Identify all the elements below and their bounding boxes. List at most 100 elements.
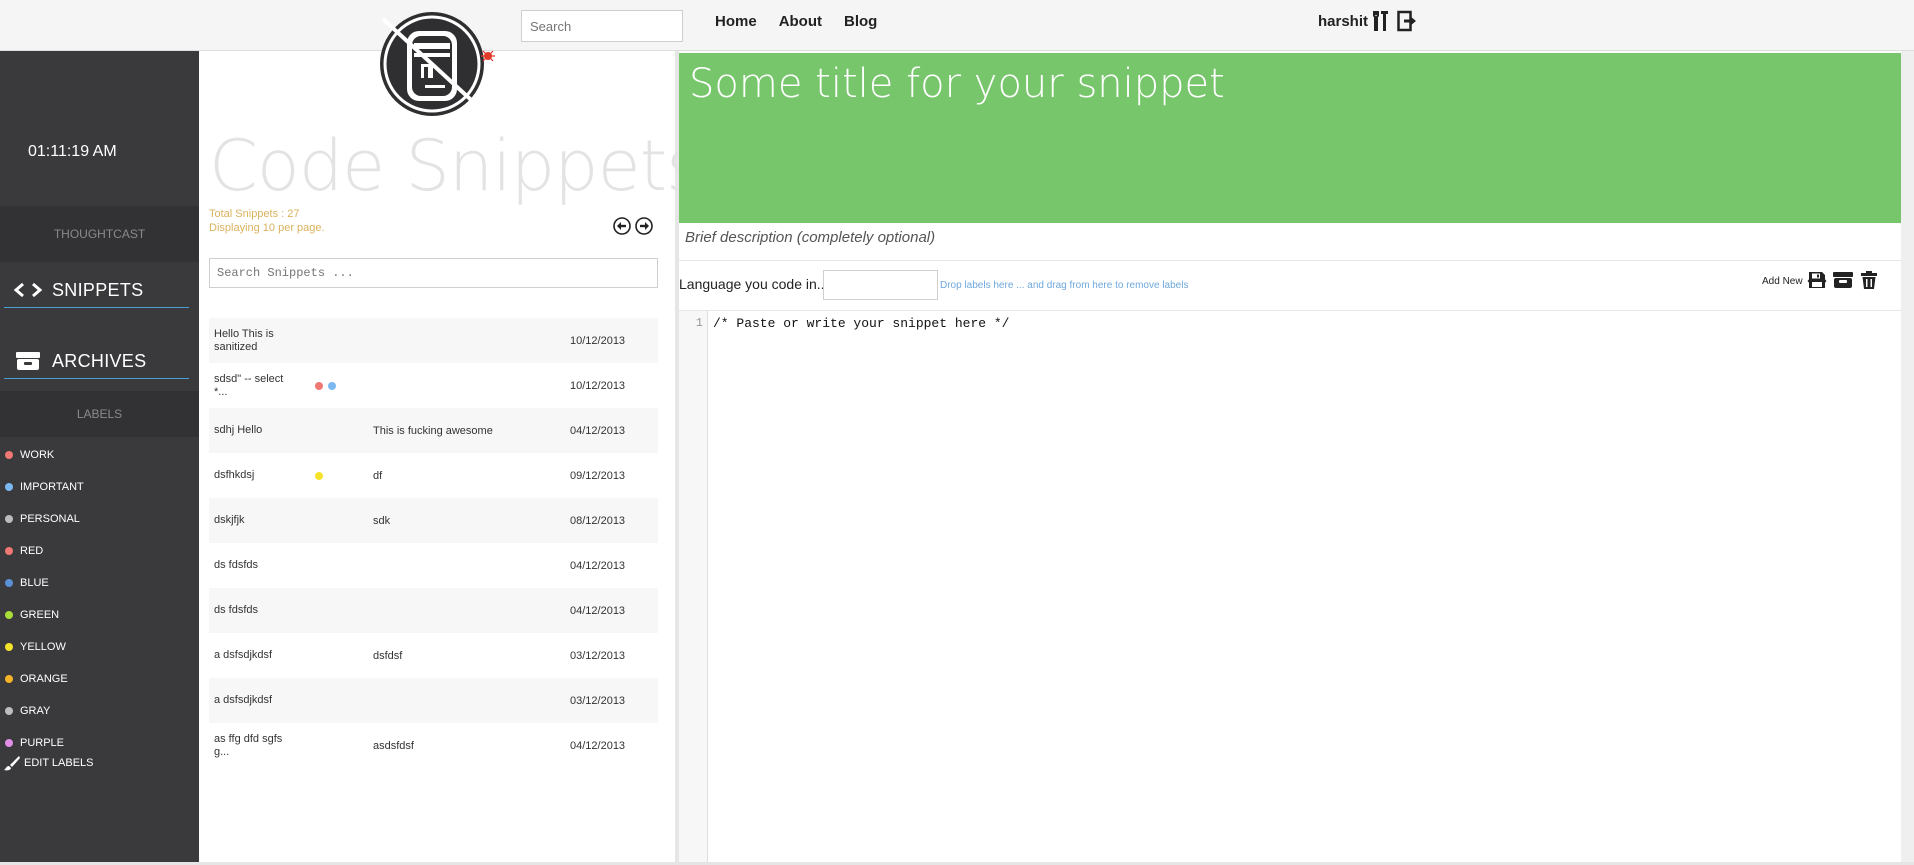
table-row[interactable]: sdhj Hello This is fucking awesome 04/12/2… — [209, 408, 658, 453]
label-color-dot — [5, 707, 13, 715]
sidebar-label-blue[interactable]: BLUE — [0, 567, 199, 599]
snippet-title[interactable]: Some title for your snippet — [689, 61, 1225, 107]
table-row[interactable]: a dsfsdjkdsf 03/12/2013 — [209, 678, 658, 723]
snippet-title-banner[interactable]: Some title for your snippet — [679, 53, 1901, 223]
snippet-date-cell: 10/12/2013 — [570, 334, 626, 347]
table-row[interactable]: dskjfjk sdk 08/12/2013 — [209, 498, 658, 543]
sidebar-label-personal[interactable]: PERSONAL — [0, 503, 199, 535]
table-row[interactable]: ds fdsfds 04/12/2013 — [209, 588, 658, 633]
label-color-dot — [315, 471, 323, 480]
label-color-dot — [5, 643, 13, 651]
sidebar-item-snippets[interactable]: SNIPPETS — [4, 273, 189, 308]
username[interactable]: harshit — [1318, 12, 1368, 32]
label-name: BLUE — [20, 577, 49, 589]
nav-about-link[interactable]: About — [779, 12, 822, 32]
snippet-title-cell: sdhj Hello — [214, 424, 263, 436]
table-row[interactable]: a dsfsdjkdsf dsfdsf 03/12/2013 — [209, 633, 658, 678]
label-name: WORK — [20, 449, 55, 461]
sidebar-label-important[interactable]: IMPORTANT — [0, 471, 199, 503]
label-name: GREEN — [20, 609, 60, 621]
archive-icon — [4, 351, 52, 371]
next-page-icon[interactable] — [635, 217, 653, 235]
label-name: RED — [20, 545, 44, 557]
prev-page-icon[interactable] — [613, 217, 631, 235]
sidebar-item-label: SNIPPETS — [52, 279, 144, 300]
snippet-date-cell: 04/12/2013 — [570, 424, 626, 437]
trash-icon[interactable] — [1860, 270, 1878, 290]
top-bar: Home About Blog harshit — [0, 0, 1914, 51]
label-name: YELLOW — [20, 641, 66, 653]
snippet-title-cell: Hello This is sanitized — [214, 327, 274, 353]
label-name: ORANGE — [20, 673, 68, 685]
sidebar: 01:11:19 AM THOUGHTCAST SNIPPETS ARCHIVE… — [0, 51, 199, 865]
per-page-info: Displaying 10 per page. — [209, 222, 325, 234]
snippet-title-cell: dskjfjk — [214, 514, 245, 526]
label-color-dot — [5, 739, 13, 747]
label-name: PURPLE — [20, 737, 65, 749]
editor-toolbar — [1808, 270, 1878, 290]
edit-labels-button[interactable]: EDIT LABELS — [4, 755, 94, 771]
snippet-title-cell: sdsd" -- select *... — [214, 372, 284, 398]
table-row[interactable]: Hello This is sanitized 10/12/2013 — [209, 318, 658, 363]
sidebar-label-red[interactable]: RED — [0, 535, 199, 567]
snippet-title-cell: ds fdsfds — [214, 559, 259, 571]
snippet-date-cell: 03/12/2013 — [570, 694, 626, 707]
scrollbar-track[interactable] — [1901, 51, 1914, 865]
snippet-date-cell: 04/12/2013 — [570, 604, 626, 617]
snippet-stats: Total Snippets : 27 Displaying 10 per pa… — [209, 207, 325, 235]
snippet-description[interactable]: Brief description (completely optional) — [685, 229, 935, 246]
label-drop-zone[interactable]: Drop labels here ... and drag from here … — [940, 280, 1188, 291]
labels-heading: LABELS — [0, 391, 199, 437]
sidebar-label-green[interactable]: GREEN — [0, 599, 199, 631]
total-snippets: Total Snippets : 27 — [209, 208, 300, 220]
archive-icon[interactable] — [1832, 271, 1854, 289]
label-color-dot — [328, 381, 336, 390]
label-color-dot — [5, 579, 13, 587]
table-row[interactable]: as ffg dfd sgfs g... asdsfdsf 04/12/2013 — [209, 723, 658, 768]
nav-blog-link[interactable]: Blog — [844, 12, 877, 32]
tools-icon[interactable] — [1372, 10, 1390, 32]
sidebar-item-label: ARCHIVES — [52, 350, 147, 371]
code-icon — [4, 282, 52, 298]
snippet-desc-cell: asdsfdsf — [373, 739, 414, 752]
code-editor[interactable]: /* Paste or write your snippet here */ — [713, 316, 1009, 331]
app-logo — [380, 12, 495, 116]
snippet-title-cell: a dsfsdjkdsf — [214, 649, 273, 661]
save-icon[interactable] — [1808, 271, 1826, 289]
snippet-desc-cell: df — [373, 469, 383, 482]
label-color-dot — [5, 611, 13, 619]
label-list: WORK IMPORTANT PERSONAL RED BLUE GREEN YELLOW O… — [0, 439, 199, 759]
divider-line — [679, 260, 1901, 261]
nav-home-link[interactable]: Home — [715, 12, 757, 32]
global-search-input[interactable] — [521, 10, 683, 42]
label-color-dot — [315, 381, 323, 390]
label-color-dot — [5, 483, 13, 491]
label-color-dot — [5, 675, 13, 683]
table-row[interactable]: sdsd" -- select *... 10/12/2013 — [209, 363, 658, 408]
main-nav: Home About Blog — [715, 12, 877, 32]
snippet-title-cell: as ffg dfd sgfs g... — [214, 732, 283, 758]
label-color-dot — [5, 547, 13, 555]
snippet-desc-cell: This is fucking awesome — [373, 424, 493, 437]
language-input[interactable] — [823, 270, 938, 300]
logout-icon[interactable] — [1397, 10, 1417, 32]
add-new-label: Add New — [1762, 275, 1803, 287]
snippet-search-input[interactable] — [209, 258, 658, 288]
label-name: GRAY — [20, 705, 51, 717]
sidebar-label-orange[interactable]: ORANGE — [0, 663, 199, 695]
snippet-date-cell: 04/12/2013 — [570, 739, 626, 752]
thoughtcast-section[interactable]: THOUGHTCAST — [0, 206, 199, 262]
snippet-desc-cell: dsfdsf — [373, 649, 403, 662]
page-title: Code Snippets — [209, 125, 703, 207]
label-name: IMPORTANT — [20, 481, 84, 493]
snippet-table: Hello This is sanitized 10/12/2013 sdsd" -… — [209, 318, 658, 768]
sidebar-label-work[interactable]: WORK — [0, 439, 199, 471]
sidebar-label-gray[interactable]: GRAY — [0, 695, 199, 727]
pagination — [613, 217, 653, 235]
table-row[interactable]: dsfhkdsj df 09/12/2013 — [209, 453, 658, 498]
brush-icon — [4, 756, 20, 771]
sidebar-item-archives[interactable]: ARCHIVES — [4, 344, 189, 379]
sidebar-label-yellow[interactable]: YELLOW — [0, 631, 199, 663]
table-row[interactable]: ds fdsfds 04/12/2013 — [209, 543, 658, 588]
snippet-desc-cell: sdk — [373, 514, 391, 527]
